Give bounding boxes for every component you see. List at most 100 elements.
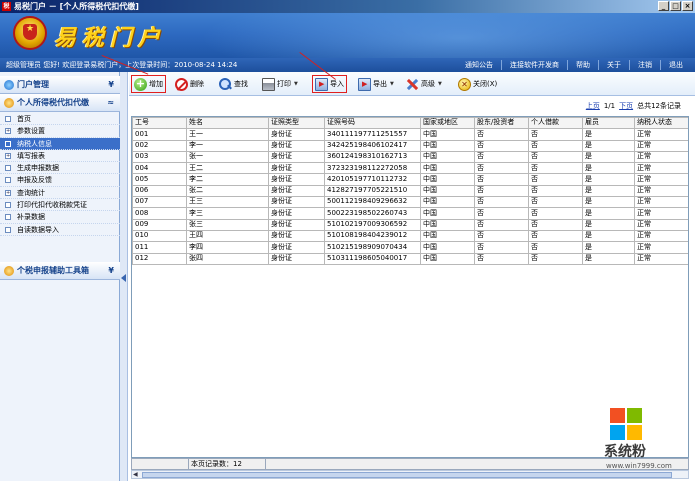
table-row[interactable]: 001 王一 身份证 340111197711251557 中国否否是正常	[132, 128, 688, 141]
sidebar-section-toolbox[interactable]: 个税申报辅助工具箱 ¥	[0, 262, 120, 280]
export-button[interactable]: 导出 ▼	[356, 75, 396, 93]
expand-icon[interactable]: +	[5, 152, 11, 159]
table-row[interactable]: 004 王二 身份证 372323198112272058 中国否否是正常	[132, 162, 688, 175]
sidebar-item-label: 首页	[17, 115, 31, 123]
column-header[interactable]: 证照类型	[268, 117, 325, 130]
printer-icon	[262, 77, 275, 91]
table-cell: 中国	[420, 218, 475, 231]
table-cell: 001	[132, 128, 187, 141]
node-icon	[5, 202, 11, 209]
link-about[interactable]: 关于	[599, 60, 630, 70]
minimize-button[interactable]: _	[658, 1, 669, 11]
table-cell: 正常	[634, 139, 688, 152]
table-cell: 王一	[186, 128, 269, 141]
table-row[interactable]: 007 王三 身份证 500112198409296632 中国否否是正常	[132, 196, 688, 209]
node-icon	[5, 165, 11, 172]
table-row[interactable]: 008 李三 身份证 500223198502260743 中国否否是正常	[132, 207, 688, 220]
tools-icon	[406, 78, 419, 91]
chevron-down-icon[interactable]: ¥	[108, 80, 114, 90]
column-header[interactable]: 证照号码	[324, 117, 421, 130]
column-header[interactable]: 国家或地区	[420, 117, 475, 130]
column-header[interactable]: 工号	[132, 117, 187, 130]
sidebar-section-portal[interactable]: 门户管理 ¥	[0, 76, 120, 94]
find-button[interactable]: 查找	[217, 75, 250, 93]
column-header[interactable]: 雇员	[582, 117, 635, 130]
sidebar-item[interactable]: 纳税人信息	[0, 137, 120, 150]
link-notices[interactable]: 通知公告	[457, 60, 502, 70]
sidebar-item-label: 自读数据导入	[17, 225, 59, 234]
table-row[interactable]: 010 王四 身份证 510108198404239012 中国否否是正常	[132, 229, 688, 243]
logo-quadrant	[627, 408, 642, 423]
scroll-left-icon[interactable]: ◀	[133, 471, 138, 478]
delete-icon	[175, 77, 188, 91]
table-cell: 是	[582, 128, 635, 141]
dropdown-arrow-icon[interactable]: ▼	[294, 81, 298, 87]
table-row[interactable]: 003 张一 身份证 360124198310162713 中国否否是正常	[132, 150, 688, 164]
advanced-label: 高级	[421, 80, 435, 88]
table-cell: 007	[132, 196, 187, 209]
table-cell: 身份证	[268, 218, 325, 231]
maximize-button[interactable]: □	[670, 1, 681, 11]
table-row[interactable]: 002 李一 身份证 342425198406102417 中国否否是正常	[132, 139, 688, 152]
table-cell: 正常	[634, 196, 688, 209]
page-indicator: 1/1	[603, 102, 616, 110]
brand-logo-text: 易税门户	[54, 25, 167, 51]
table-cell: 否	[528, 252, 583, 265]
table-row[interactable]: 005 李二 身份证 420105197710112732 中国否否是正常	[132, 173, 688, 186]
prev-page-link[interactable]: 上页	[586, 101, 600, 111]
sidebar-item[interactable]: + 填写报表	[0, 150, 120, 163]
link-logout[interactable]: 注销	[630, 60, 661, 70]
sidebar-item[interactable]: 打印代扣代收税款凭证	[0, 199, 120, 212]
table-row[interactable]: 009 张三 身份证 510102197009306592 中国否否是正常	[132, 218, 688, 231]
sidebar-item[interactable]: + 查询统计	[0, 187, 120, 200]
sidebar-item[interactable]: + 参数设置	[0, 125, 120, 138]
sidebar-item[interactable]: 自读数据导入	[0, 224, 120, 236]
dropdown-arrow-icon[interactable]: ▼	[390, 81, 394, 87]
delete-button[interactable]: 删除	[173, 75, 206, 93]
expand-icon[interactable]: +	[5, 189, 11, 196]
horizontal-scrollbar[interactable]: ◀	[131, 470, 689, 479]
window-controls: _ □ ×	[658, 1, 693, 11]
column-header[interactable]: 纳税人状态	[634, 117, 688, 130]
dropdown-arrow-icon[interactable]: ▼	[438, 81, 442, 87]
close-button[interactable]: 关闭(X)	[456, 75, 499, 93]
table-cell: 否	[474, 207, 529, 220]
window-titlebar[interactable]: 税 易税门户 － [个人所得税代扣代缴] _ □ ×	[0, 0, 695, 13]
link-help[interactable]: 帮助	[568, 60, 599, 70]
table-cell: 否	[528, 173, 583, 186]
table-cell: 否	[528, 184, 583, 198]
sidebar-item-label: 查询统计	[17, 188, 45, 197]
link-exit[interactable]: 退出	[661, 60, 691, 70]
chevron-up-icon[interactable]: ≈	[107, 98, 114, 108]
advanced-button[interactable]: 高级 ▼	[404, 75, 444, 93]
column-header[interactable]: 姓名	[186, 117, 269, 130]
table-cell: 中国	[420, 128, 475, 141]
link-contact-developer[interactable]: 连接软件开发商	[502, 60, 568, 70]
expand-icon[interactable]: +	[5, 128, 11, 135]
section-label: 门户管理	[17, 80, 49, 89]
sidebar-item[interactable]: 首页	[0, 113, 120, 126]
sidebar-item[interactable]: 补录数据	[0, 211, 120, 224]
table-cell: 中国	[420, 229, 475, 243]
table-cell: 否	[528, 196, 583, 209]
column-header[interactable]: 个人借款	[528, 117, 583, 130]
sidebar-item[interactable]: 申报及反馈	[0, 174, 120, 187]
add-button[interactable]: 增加	[131, 75, 166, 93]
collapse-arrow-icon[interactable]	[121, 274, 126, 282]
print-button[interactable]: 打印 ▼	[260, 75, 300, 93]
chevron-down-icon[interactable]: ¥	[108, 266, 114, 276]
import-button[interactable]: 导入	[312, 75, 347, 93]
scroll-thumb[interactable]	[142, 472, 672, 478]
close-window-button[interactable]: ×	[682, 1, 693, 11]
next-page-link[interactable]: 下页	[619, 101, 633, 111]
table-row[interactable]: 012 张四 身份证 510311198605040017 中国否否是正常	[132, 252, 688, 265]
table-row[interactable]: 006 张二 身份证 412827197705221510 中国否否是正常	[132, 184, 688, 198]
sidebar-splitter[interactable]	[120, 72, 128, 481]
column-header[interactable]: 股东/投资者	[474, 117, 529, 130]
taxpayer-grid[interactable]: 工号 姓名 证照类型 证照号码 国家或地区 股东/投资者 个人借款 雇员 纳税人状态 001 王一…	[131, 116, 689, 458]
table-cell: 正常	[634, 184, 688, 198]
table-cell: 否	[474, 173, 529, 186]
table-row[interactable]: 011 李四 身份证 510215198909070434 中国否否是正常	[132, 241, 688, 254]
sidebar-section-personal-tax[interactable]: 个人所得税代扣代缴 ≈	[0, 94, 120, 112]
sidebar-item[interactable]: 生成申报数据	[0, 162, 120, 175]
